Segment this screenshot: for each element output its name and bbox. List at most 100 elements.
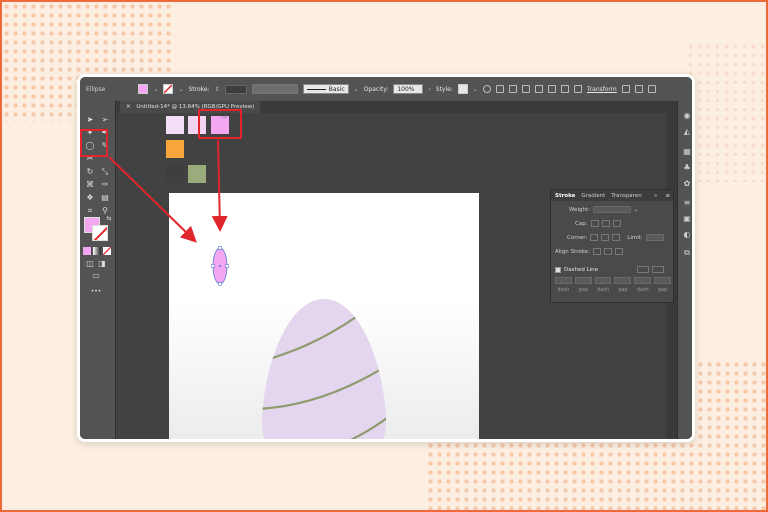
stroke-color-box[interactable] bbox=[92, 225, 108, 241]
tab-transparency[interactable]: Transparen bbox=[611, 193, 641, 199]
align-outside-stroke-icon[interactable] bbox=[614, 248, 623, 255]
bevel-join-icon[interactable] bbox=[612, 234, 621, 241]
close-tab-icon[interactable]: ✕ bbox=[126, 104, 131, 110]
egg-shape bbox=[261, 299, 387, 439]
chevron-down-icon[interactable]: ⌄ bbox=[634, 207, 639, 213]
gap-label: gap bbox=[618, 287, 628, 293]
gradient-panel-icon[interactable]: ▣ bbox=[682, 214, 692, 224]
chevron-down-icon[interactable]: ⌄ bbox=[153, 86, 158, 93]
screen-mode-icon[interactable]: ▭ bbox=[91, 271, 101, 281]
ellipse-tool-highlight bbox=[80, 129, 108, 157]
preserve-dash-icon[interactable] bbox=[637, 266, 650, 273]
chevron-down-icon[interactable]: ⌄ bbox=[473, 86, 478, 93]
chevron-down-icon[interactable]: ⌄ bbox=[354, 86, 359, 93]
gap-input[interactable] bbox=[574, 277, 592, 284]
menu-icon[interactable] bbox=[647, 85, 656, 93]
brushes-icon[interactable]: ✿ bbox=[682, 179, 692, 189]
color-mode-icon[interactable] bbox=[83, 247, 91, 255]
rotate-tool-icon[interactable]: ↻ bbox=[85, 167, 95, 177]
stroke-panel-icon[interactable]: ≡ bbox=[682, 198, 692, 208]
chevron-down-icon[interactable]: ⌄ bbox=[178, 86, 183, 93]
opacity-input[interactable]: 100% bbox=[393, 84, 424, 94]
stepper-icon[interactable]: ⇕ bbox=[215, 86, 220, 93]
gradient-mode-icon[interactable] bbox=[93, 247, 101, 255]
tab-gradient[interactable]: Gradient bbox=[581, 193, 605, 199]
weight-input[interactable] bbox=[593, 206, 632, 213]
align-dash-icon[interactable] bbox=[652, 266, 665, 273]
recolor-icon[interactable] bbox=[482, 85, 491, 93]
layers-icon[interactable]: ◭ bbox=[682, 127, 692, 137]
dash-input[interactable] bbox=[634, 277, 652, 284]
round-cap-icon[interactable] bbox=[601, 220, 610, 227]
eyedropper-tool-icon[interactable]: ✑ bbox=[100, 180, 110, 190]
align-stroke-label: Align Stroke: bbox=[555, 248, 590, 255]
round-join-icon[interactable] bbox=[601, 234, 610, 241]
draw-mode-icon[interactable]: ◫ bbox=[85, 259, 95, 269]
draw-inside-icon[interactable]: ◨ bbox=[97, 259, 107, 269]
artboard-tool-icon[interactable]: ⌗ bbox=[85, 206, 95, 216]
corner-row: Corner: Limit: bbox=[567, 233, 664, 242]
libraries-icon[interactable]: ▦ bbox=[682, 147, 692, 157]
gap-input[interactable] bbox=[654, 277, 671, 284]
scale-tool-icon[interactable]: ⤡ bbox=[100, 167, 110, 177]
properties-icon[interactable]: ◉ bbox=[682, 111, 692, 121]
canvas-area[interactable]: ✑ Stroke Gradient Transparen » ≡ Weight:… bbox=[116, 113, 674, 439]
align-middle-icon[interactable] bbox=[560, 85, 569, 93]
direct-selection-tool-icon[interactable]: ➢ bbox=[100, 115, 110, 125]
stroke-none-swatch[interactable] bbox=[163, 84, 174, 94]
swatch-orange[interactable] bbox=[166, 140, 184, 158]
pink-swatch-highlight bbox=[198, 109, 242, 139]
stroke-weight-dropdown[interactable] bbox=[224, 84, 247, 94]
dashed-line-checkbox[interactable] bbox=[555, 266, 561, 273]
swap-colors-icon[interactable]: ⇆ bbox=[104, 214, 114, 224]
stroke-label: Stroke: bbox=[188, 85, 210, 93]
align-to-icon[interactable] bbox=[495, 85, 504, 93]
style-swatch[interactable] bbox=[457, 84, 468, 94]
gap-input[interactable] bbox=[614, 277, 632, 284]
swatch-dark-gray[interactable] bbox=[166, 165, 184, 183]
align-top-icon[interactable] bbox=[547, 85, 556, 93]
align-bottom-icon[interactable] bbox=[573, 85, 582, 93]
align-inside-stroke-icon[interactable] bbox=[603, 248, 612, 255]
gap-label: gap bbox=[578, 287, 588, 293]
transform-link[interactable]: Transform bbox=[587, 86, 617, 93]
align-left-icon[interactable] bbox=[508, 85, 517, 93]
warp-tool-icon[interactable]: ⌘ bbox=[85, 180, 95, 190]
brush-profile-dropdown[interactable]: Basic bbox=[302, 84, 349, 94]
chevron-right-icon[interactable]: › bbox=[428, 86, 430, 93]
tab-stroke[interactable]: Stroke bbox=[555, 193, 575, 199]
dash-label: dash bbox=[636, 287, 649, 293]
miter-join-icon[interactable] bbox=[590, 234, 599, 241]
transparency-panel-icon[interactable]: ◐ bbox=[682, 230, 692, 240]
align-center-stroke-icon[interactable] bbox=[592, 248, 601, 255]
projecting-cap-icon[interactable] bbox=[612, 220, 621, 227]
cap-row: Cap: bbox=[575, 219, 621, 228]
arrange-icon[interactable] bbox=[634, 85, 643, 93]
dash-input[interactable] bbox=[594, 277, 612, 284]
butt-cap-icon[interactable] bbox=[590, 220, 599, 227]
artboard[interactable] bbox=[169, 193, 479, 439]
selected-ellipse[interactable] bbox=[210, 245, 230, 287]
selection-tool-icon[interactable]: ➤ bbox=[85, 115, 95, 125]
more-tools-button[interactable]: ••• bbox=[86, 287, 106, 297]
fill-swatch[interactable] bbox=[138, 84, 149, 94]
opacity-label: Opacity: bbox=[363, 85, 389, 93]
dashed-line-row: Dashed Line bbox=[555, 265, 665, 274]
dash-input[interactable] bbox=[555, 277, 572, 284]
isolate-icon[interactable] bbox=[621, 85, 630, 93]
swatch-light-lavender[interactable] bbox=[166, 116, 184, 134]
limit-input[interactable] bbox=[645, 234, 664, 241]
panel-collapse-icon[interactable]: » bbox=[654, 193, 657, 199]
swatch-olive[interactable] bbox=[188, 165, 206, 183]
appearance-panel-icon[interactable]: ⧉ bbox=[682, 248, 692, 258]
none-mode-icon[interactable] bbox=[103, 247, 111, 255]
panel-menu-icon[interactable]: ≡ bbox=[665, 193, 670, 199]
variable-width-field[interactable] bbox=[251, 84, 298, 94]
egg-artwork bbox=[261, 299, 387, 439]
gradient-tool-icon[interactable]: ▤ bbox=[100, 193, 110, 203]
symbols-icon[interactable]: ♣ bbox=[682, 163, 692, 173]
align-center-icon[interactable] bbox=[521, 85, 530, 93]
align-right-icon[interactable] bbox=[534, 85, 543, 93]
stroke-panel: Stroke Gradient Transparen » ≡ Weight: ⌄… bbox=[550, 189, 674, 303]
shape-builder-tool-icon[interactable]: ❖ bbox=[85, 193, 95, 203]
